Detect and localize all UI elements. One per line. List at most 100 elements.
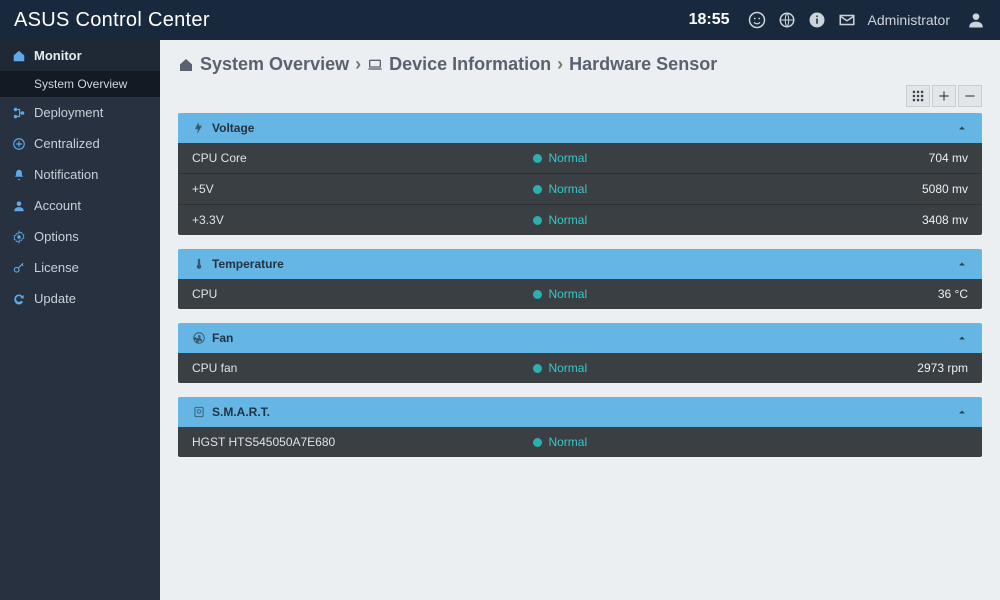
temperature-panel: Temperature CPU Normal 36 °C [178,249,982,309]
sidebar-item-centralized[interactable]: Centralized [0,128,160,159]
sensor-row: +5V Normal 5080 mv [178,174,982,205]
smile-icon[interactable] [748,11,766,29]
sidebar-item-deployment[interactable]: Deployment [0,97,160,128]
status-dot-icon [533,364,542,373]
sidebar-item-account[interactable]: Account [0,190,160,221]
sidebar-item-label: Deployment [34,105,103,120]
sidebar-item-license[interactable]: License [0,252,160,283]
smart-panel-header[interactable]: S.M.A.R.T. [178,397,982,427]
plus-circle-icon [12,137,26,151]
top-bar: ASUS Control Center 18:55 Administrator [0,0,1000,40]
fan-panel-header[interactable]: Fan [178,323,982,353]
sidebar-item-label: Update [34,291,76,306]
status-dot-icon [533,185,542,194]
grid-icon [911,89,925,103]
status-dot-icon [533,216,542,225]
voltage-panel-header[interactable]: Voltage [178,113,982,143]
sidebar-item-monitor[interactable]: Monitor [0,40,160,71]
sensor-value: 3408 mv [766,213,968,227]
sidebar-item-label: Options [34,229,79,244]
sensor-row: CPU fan Normal 2973 rpm [178,353,982,383]
sensor-name: +3.3V [192,213,533,227]
sidebar-subitem-system-overview[interactable]: System Overview [0,71,160,97]
sensor-row: +3.3V Normal 3408 mv [178,205,982,235]
sensor-name: +5V [192,182,533,196]
brand-title: ASUS Control Center [14,9,210,32]
crumb-hardware-sensor: Hardware Sensor [569,54,717,75]
panel-title: Fan [212,331,233,345]
chevron-up-icon [956,332,968,344]
sidebar-item-label: Monitor [34,48,82,63]
sensor-value: 5080 mv [766,182,968,196]
bell-icon [12,168,26,182]
laptop-icon [367,57,383,73]
fan-panel-body: CPU fan Normal 2973 rpm [178,353,982,383]
topbar-right: 18:55 Administrator [689,10,986,30]
sensor-name: CPU fan [192,361,533,375]
chevron-up-icon [956,406,968,418]
user-icon [12,199,26,213]
sensor-name: CPU [192,287,533,301]
sidebar: Monitor System Overview Deployment Centr… [0,40,160,600]
main-content: System Overview › Device Information › H… [160,40,1000,600]
status-dot-icon [533,290,542,299]
plus-icon [937,89,951,103]
mail-icon[interactable] [838,11,856,29]
sensor-status: Normal [533,213,766,227]
sensor-value: 36 °C [766,287,968,301]
globe-icon[interactable] [778,11,796,29]
fan-icon [192,331,206,345]
status-dot-icon [533,438,542,447]
voltage-icon [192,121,206,135]
sensor-row: CPU Core Normal 704 mv [178,143,982,174]
sidebar-item-label: Account [34,198,81,213]
fan-panel: Fan CPU fan Normal 2973 rpm [178,323,982,383]
key-icon [12,261,26,275]
sensor-status: Normal [533,287,766,301]
breadcrumb: System Overview › Device Information › H… [160,40,1000,85]
refresh-icon [12,292,26,306]
sensor-row: HGST HTS545050A7E680 Normal [178,427,982,457]
temperature-panel-body: CPU Normal 36 °C [178,279,982,309]
expand-all-button[interactable] [932,85,956,107]
sidebar-item-label: Notification [34,167,98,182]
panel-title: Voltage [212,121,254,135]
sidebar-item-notification[interactable]: Notification [0,159,160,190]
sensor-row: CPU Normal 36 °C [178,279,982,309]
sidebar-item-label: License [34,260,79,275]
crumb-system-overview[interactable]: System Overview [200,54,349,75]
clock: 18:55 [689,11,730,29]
collapse-all-button[interactable] [958,85,982,107]
smart-panel: S.M.A.R.T. HGST HTS545050A7E680 Normal [178,397,982,457]
sensor-value: 2973 rpm [766,361,968,375]
chevron-up-icon [956,122,968,134]
sensor-status: Normal [533,435,766,449]
user-label[interactable]: Administrator [868,12,950,28]
chevron-right-icon: › [557,54,563,75]
minus-icon [963,89,977,103]
grid-view-button[interactable] [906,85,930,107]
sidebar-item-label: Centralized [34,136,100,151]
chevron-up-icon [956,258,968,270]
info-icon[interactable] [808,11,826,29]
tree-icon [12,106,26,120]
panel-title: Temperature [212,257,284,271]
sensor-name: CPU Core [192,151,533,165]
sensor-name: HGST HTS545050A7E680 [192,435,533,449]
temperature-panel-header[interactable]: Temperature [178,249,982,279]
sidebar-item-options[interactable]: Options [0,221,160,252]
home-icon [12,49,26,63]
sensor-value: 704 mv [766,151,968,165]
drive-icon [192,405,206,419]
user-avatar-icon[interactable] [966,10,986,30]
voltage-panel-body: CPU Core Normal 704 mv +5V Normal 5080 m… [178,143,982,235]
sensor-status: Normal [533,182,766,196]
crumb-device-information[interactable]: Device Information [389,54,551,75]
chevron-right-icon: › [355,54,361,75]
sensor-status: Normal [533,361,766,375]
thermometer-icon [192,257,206,271]
voltage-panel: Voltage CPU Core Normal 704 mv +5V Norma… [178,113,982,235]
status-dot-icon [533,154,542,163]
smart-panel-body: HGST HTS545050A7E680 Normal [178,427,982,457]
sidebar-item-update[interactable]: Update [0,283,160,314]
